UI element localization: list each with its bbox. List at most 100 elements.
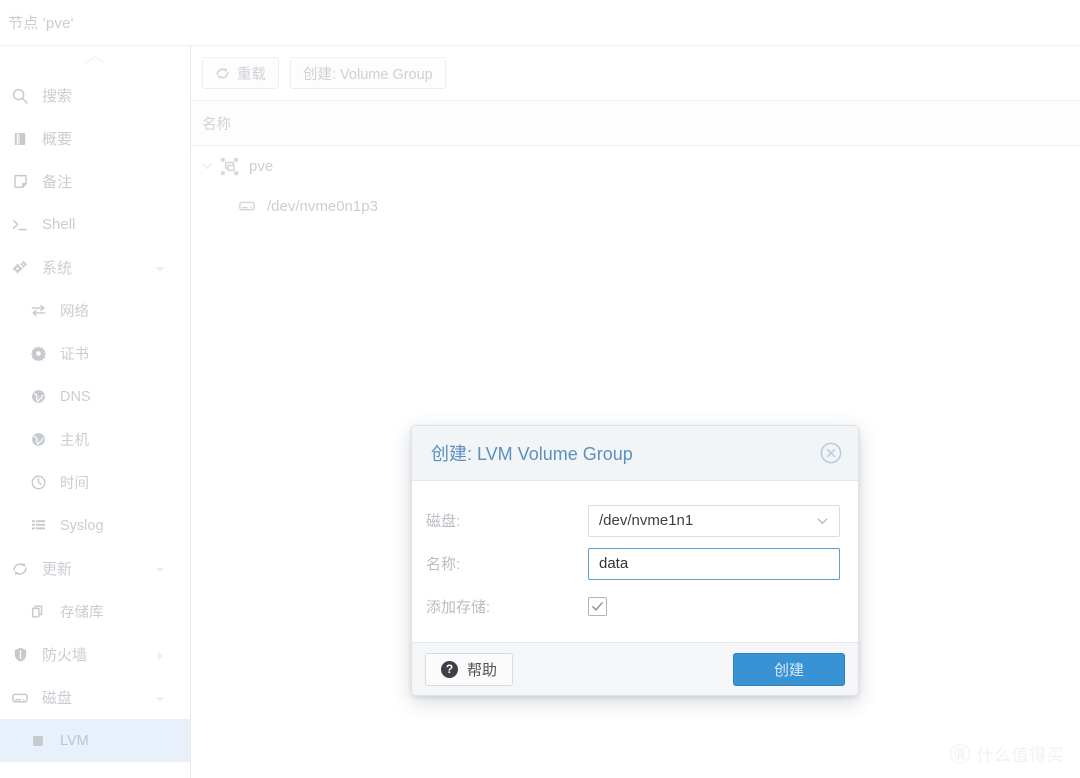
sidebar-item-label: 存储库: [60, 605, 104, 621]
table-row[interactable]: pve: [191, 146, 1080, 186]
chevron-down-icon[interactable]: [154, 262, 166, 274]
sidebar-item-备注[interactable]: 备注: [0, 160, 190, 203]
sidebar-item-主机[interactable]: 主机: [0, 418, 190, 461]
sidebar-item-dns[interactable]: DNS: [0, 375, 190, 418]
chevron-down-icon: [815, 513, 830, 528]
close-circle-icon[interactable]: [818, 440, 844, 466]
sidebar-item-syslog[interactable]: Syslog: [0, 504, 190, 547]
breadcrumb: 节点 'pve': [0, 0, 1080, 45]
certificate-icon: [24, 345, 52, 362]
create-volume-group-label: 创建: Volume Group: [303, 66, 433, 83]
copy-icon: [24, 603, 52, 620]
sidebar-item-label: 搜索: [42, 88, 73, 105]
create-lvm-volume-group-dialog: 创建: LVM Volume Group 磁盘: /dev/nvme1n1 名称…: [411, 425, 859, 696]
name-input[interactable]: [588, 547, 840, 580]
note-icon: [6, 173, 34, 190]
refresh-icon: [6, 560, 34, 578]
sidebar-item-label: Shell: [42, 216, 76, 233]
sidebar-item-label: 防火墙: [42, 647, 88, 664]
sidebar-item-label: 网络: [60, 304, 89, 320]
chevron-up-icon: [85, 56, 105, 64]
disk-field-control: /dev/nvme1n1: [588, 504, 858, 537]
search-icon: [6, 87, 34, 105]
proxmox-window: 节点 'pve' 搜索概要备注 Shell 系统网络证书 DNS 主机时间 Syslog 更…: [0, 0, 1080, 778]
sidebar-item-证书[interactable]: 证书: [0, 332, 190, 375]
globe-icon: [24, 431, 52, 448]
square-icon: [24, 733, 52, 749]
terminal-icon: [6, 216, 34, 234]
reload-button[interactable]: 重载: [202, 57, 279, 89]
sidebar-item-label: 概要: [42, 131, 73, 148]
create-button[interactable]: 创建: [733, 652, 845, 686]
shield-icon: [6, 646, 34, 663]
field-row-add-storage: 添加存储:: [412, 585, 858, 628]
sidebar-item-lvm[interactable]: LVM: [0, 719, 190, 762]
content-toolbar: 重载 创建: Volume Group: [191, 46, 1080, 101]
sidebar-item-label: DNS: [60, 388, 91, 405]
sidebar-item-label: 系统: [42, 260, 73, 277]
field-row-name: 名称:: [412, 542, 858, 585]
table-row[interactable]: /dev/nvme0n1p3: [191, 186, 1080, 226]
dialog-header: 创建: LVM Volume Group: [412, 426, 858, 481]
table-row-label: /dev/nvme0n1p3: [267, 197, 378, 215]
disk-field-label: 磁盘:: [426, 513, 461, 530]
watermark-badge: 值: [949, 743, 970, 764]
sidebar-nav-list: 搜索概要备注 Shell 系统网络证书 DNS 主机时间 Syslog 更新存储库防火墙磁盘…: [0, 74, 190, 762]
globe-icon: [24, 388, 52, 405]
sidebar-item-label: 更新: [42, 561, 73, 578]
help-button[interactable]: ? 帮助: [425, 652, 514, 686]
disk-icon: [6, 689, 34, 707]
sidebar-item-系统[interactable]: 系统: [0, 246, 190, 289]
disk-select[interactable]: /dev/nvme1n1: [588, 504, 840, 537]
disk-icon: [234, 197, 260, 215]
chevron-down-icon[interactable]: [154, 563, 166, 575]
dialog-footer: ? 帮助 创建: [412, 642, 858, 695]
sidebar-item-网络[interactable]: 网络: [0, 289, 190, 332]
sidebar-item-磁盘[interactable]: 磁盘: [0, 676, 190, 719]
sidebar-item-存储库[interactable]: 存储库: [0, 590, 190, 633]
sidebar-item-label: 磁盘: [42, 690, 73, 707]
sidebar-item-概要[interactable]: 概要: [0, 117, 190, 160]
dialog-body: 磁盘: /dev/nvme1n1 名称: data 添加存储:: [412, 481, 858, 642]
network-icon: [24, 302, 52, 319]
dialog-title: 创建: LVM Volume Group: [431, 444, 633, 464]
chevron-down-icon[interactable]: [154, 692, 166, 704]
check-icon: [592, 602, 603, 611]
help-button-label: 帮助: [467, 661, 498, 679]
sidebar-collapse-toggle[interactable]: [0, 46, 190, 74]
sidebar-item-shell[interactable]: Shell: [0, 203, 190, 246]
sidebar-item-label: 主机: [60, 433, 89, 449]
column-header-name: 名称: [202, 116, 231, 133]
sidebar-item-label: 证书: [60, 347, 89, 363]
sidebar-item-搜索[interactable]: 搜索: [0, 74, 190, 117]
disk-select-value: /dev/nvme1n1: [599, 512, 694, 529]
sidebar-item-label: 时间: [60, 476, 89, 492]
table-row-label: pve: [249, 157, 274, 175]
refresh-icon: [215, 66, 230, 81]
sidebar-item-label: Syslog: [60, 517, 104, 534]
cluster-icon: [216, 157, 242, 176]
create-volume-group-button[interactable]: 创建: Volume Group: [290, 57, 446, 89]
add-storage-field-label: 添加存储:: [426, 599, 491, 616]
book-icon: [6, 130, 34, 147]
field-row-disk: 磁盘: /dev/nvme1n1: [412, 499, 858, 542]
add-storage-field-control: [588, 597, 858, 616]
sidebar-item-时间[interactable]: 时间: [0, 461, 190, 504]
clock-icon: [24, 474, 52, 491]
name-field-control: [588, 547, 858, 580]
sidebar-item-防火墙[interactable]: 防火墙: [0, 633, 190, 676]
question-circle-icon: ?: [441, 660, 458, 678]
grid-header: 名称: [191, 101, 1080, 146]
chevron-right-icon[interactable]: [154, 649, 166, 661]
watermark-text: 什么值得买: [976, 746, 1064, 765]
grid-body: pve/dev/nvme0n1p3: [191, 146, 1080, 226]
page-title: 节点 'pve': [8, 15, 74, 32]
add-storage-checkbox[interactable]: [588, 597, 607, 616]
sidebar: 搜索概要备注 Shell 系统网络证书 DNS 主机时间 Syslog 更新存储库防火墙磁盘…: [0, 45, 191, 778]
watermark: 值 什么值得买: [949, 741, 1065, 766]
sidebar-item-label: LVM: [60, 732, 89, 749]
chevron-down-icon[interactable]: [198, 160, 216, 172]
reload-button-label: 重载: [237, 66, 266, 83]
sidebar-item-更新[interactable]: 更新: [0, 547, 190, 590]
name-field-label: 名称:: [426, 556, 461, 573]
